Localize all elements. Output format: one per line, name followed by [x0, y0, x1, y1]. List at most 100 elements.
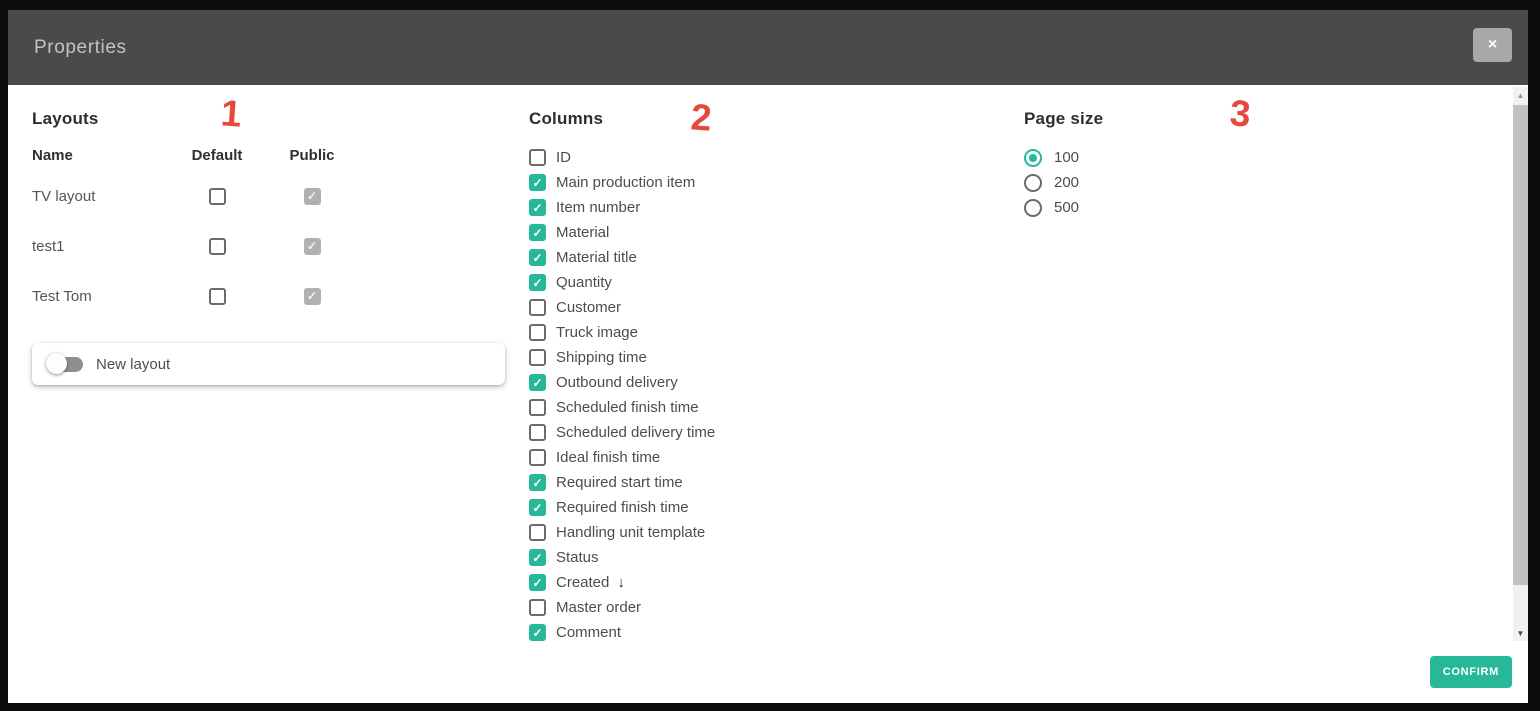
column-checkbox[interactable] — [529, 349, 546, 366]
default-checkbox[interactable] — [209, 238, 226, 255]
layout-row: test1 — [32, 221, 357, 271]
page-size-heading: Page size — [1024, 109, 1103, 129]
close-icon: × — [1488, 37, 1497, 53]
column-checkbox-label: Required finish time — [556, 499, 689, 516]
column-checkbox[interactable] — [529, 249, 546, 266]
column-checkbox-item[interactable]: Item number — [529, 195, 723, 220]
layout-name: Test Tom — [32, 288, 167, 305]
column-checkbox-item[interactable]: Scheduled finish time — [529, 395, 723, 420]
column-checkbox[interactable] — [529, 274, 546, 291]
column-checkbox[interactable] — [529, 624, 546, 641]
column-checkbox[interactable] — [529, 324, 546, 341]
column-checkbox[interactable] — [529, 524, 546, 541]
layouts-table-rows: TV layout test1 — [32, 171, 357, 321]
sort-descending-icon: ↓ — [617, 574, 625, 591]
column-checkbox-label: Status — [556, 549, 599, 566]
page-size-label: 500 — [1054, 199, 1079, 216]
vertical-scrollbar[interactable]: ▲ ▼ — [1513, 87, 1528, 641]
default-checkbox[interactable] — [209, 188, 226, 205]
column-checkbox-item[interactable]: Material — [529, 220, 723, 245]
column-checkbox-label: Created — [556, 574, 609, 591]
column-checkbox-item[interactable]: Status — [529, 545, 723, 570]
column-checkbox-item[interactable]: Main production item — [529, 170, 723, 195]
column-checkbox[interactable] — [529, 599, 546, 616]
column-checkbox-label: Scheduled delivery time — [556, 424, 715, 441]
column-checkbox-item[interactable]: Master order — [529, 595, 723, 620]
properties-dialog: Properties × 1 2 3 Layouts Name Default … — [8, 10, 1528, 703]
column-header-public: Public — [267, 147, 357, 164]
column-checkbox-item[interactable]: Ideal finish time — [529, 445, 723, 470]
column-checkbox-item[interactable]: Customer — [529, 295, 723, 320]
column-checkbox[interactable] — [529, 299, 546, 316]
column-checkbox-item[interactable]: ID — [529, 145, 723, 170]
column-checkbox-item[interactable]: Comment — [529, 620, 723, 641]
column-checkbox-item[interactable]: Required finish time — [529, 495, 723, 520]
column-checkbox-label: Material title — [556, 249, 637, 266]
column-checkbox-item[interactable]: Outbound delivery — [529, 370, 723, 395]
column-checkbox-item[interactable]: Material title — [529, 245, 723, 270]
scrollbar-thumb[interactable] — [1513, 105, 1528, 585]
public-checkbox — [304, 238, 321, 255]
column-checkbox[interactable] — [529, 449, 546, 466]
dialog-footer: CONFIRM — [8, 641, 1528, 703]
column-checkbox-label: Material — [556, 224, 609, 241]
page-size-label: 100 — [1054, 149, 1079, 166]
column-checkbox[interactable] — [529, 499, 546, 516]
columns-checklist: ID Main production item Item number — [529, 145, 723, 641]
page-size-options: 100 200 500 — [1024, 145, 1079, 220]
page-size-radio[interactable] — [1024, 199, 1042, 217]
column-checkbox[interactable] — [529, 149, 546, 166]
column-checkbox-item[interactable]: Truck image — [529, 320, 723, 345]
layouts-heading: Layouts — [32, 109, 99, 129]
close-button[interactable]: × — [1473, 28, 1512, 62]
confirm-button[interactable]: CONFIRM — [1430, 656, 1512, 688]
column-checkbox-label: Comment — [556, 624, 621, 641]
column-checkbox[interactable] — [529, 199, 546, 216]
columns-section: Columns ID Main production item — [529, 85, 949, 641]
column-checkbox-label: Master order — [556, 599, 641, 616]
page-size-radio[interactable] — [1024, 149, 1042, 167]
page-size-option[interactable]: 100 — [1024, 145, 1079, 170]
column-checkbox-label: Scheduled finish time — [556, 399, 699, 416]
column-checkbox-label: Handling unit template — [556, 524, 705, 541]
column-checkbox[interactable] — [529, 174, 546, 191]
column-checkbox-item[interactable]: Required start time — [529, 470, 723, 495]
layout-name: TV layout — [32, 188, 167, 205]
column-checkbox[interactable] — [529, 574, 546, 591]
column-checkbox[interactable] — [529, 374, 546, 391]
column-checkbox[interactable] — [529, 549, 546, 566]
dialog-title: Properties — [34, 37, 127, 59]
new-layout-toggle[interactable] — [46, 353, 83, 375]
new-layout-card: New layout — [32, 343, 505, 385]
layouts-table-header: Name Default Public — [32, 147, 357, 164]
column-checkbox-item[interactable]: Created ↓ — [529, 570, 723, 595]
column-checkbox[interactable] — [529, 424, 546, 441]
column-checkbox-item[interactable]: Scheduled delivery time — [529, 420, 723, 445]
column-checkbox-label: Outbound delivery — [556, 374, 678, 391]
page-size-radio[interactable] — [1024, 174, 1042, 192]
column-checkbox-item[interactable]: Shipping time — [529, 345, 723, 370]
column-checkbox-item[interactable]: Quantity — [529, 270, 723, 295]
layout-row: TV layout — [32, 171, 357, 221]
page-size-option[interactable]: 500 — [1024, 195, 1079, 220]
column-checkbox-label: Item number — [556, 199, 640, 216]
dialog-scroll-area: 1 2 3 Layouts Name Default Public TV lay… — [8, 85, 1528, 641]
public-checkbox — [304, 288, 321, 305]
scroll-up-icon[interactable]: ▲ — [1513, 87, 1528, 103]
dialog-header: Properties × — [8, 10, 1528, 85]
dialog-body: 1 2 3 Layouts Name Default Public TV lay… — [8, 85, 1528, 703]
toggle-knob-icon — [46, 353, 67, 374]
new-layout-label: New layout — [96, 356, 170, 373]
column-checkbox-item[interactable]: Handling unit template — [529, 520, 723, 545]
column-checkbox-label: Customer — [556, 299, 621, 316]
layouts-section: Layouts Name Default Public TV layout — [32, 85, 512, 641]
columns-heading: Columns — [529, 109, 603, 129]
scroll-down-icon[interactable]: ▼ — [1513, 625, 1528, 641]
column-header-name: Name — [32, 147, 167, 164]
column-checkbox[interactable] — [529, 474, 546, 491]
column-checkbox[interactable] — [529, 224, 546, 241]
column-checkbox[interactable] — [529, 399, 546, 416]
page-size-option[interactable]: 200 — [1024, 170, 1079, 195]
page-size-label: 200 — [1054, 174, 1079, 191]
default-checkbox[interactable] — [209, 288, 226, 305]
